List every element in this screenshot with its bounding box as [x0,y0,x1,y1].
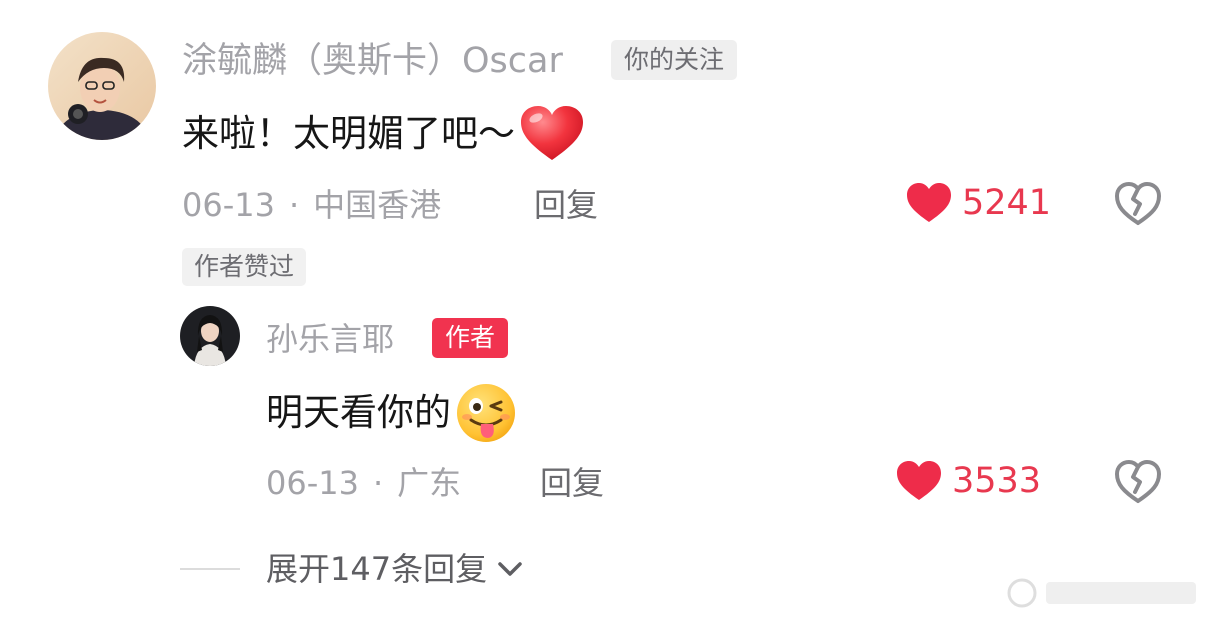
commenter-avatar[interactable] [48,32,156,140]
author-badge: 作者 [432,318,509,358]
comment-text-row: 来啦！太明媚了吧～ [182,104,585,164]
reply-like-count: 3533 [952,461,1042,501]
author-username[interactable]: 孙乐言耶 [266,318,394,360]
meta-separator: · [372,464,384,502]
winking-tongue-emoji [455,382,517,444]
reply-dislike-button[interactable] [1115,460,1161,504]
meta-separator: · [288,186,300,224]
expand-divider [180,568,240,570]
reply-text-row: 明天看你的 [266,382,517,444]
commenter-username[interactable]: 涂毓麟（奥斯卡）Oscar [182,40,563,82]
comment-like-count: 5241 [962,183,1052,223]
comment-dislike-button[interactable] [1115,182,1161,226]
reply-meta: 06-13 · 广东 [266,463,461,503]
reply-text: 明天看你的 [266,391,451,434]
comment-meta: 06-13 · 中国香港 [182,185,441,225]
chevron-down-icon [495,557,525,581]
heart-icon [906,182,952,224]
comment-location: 中国香港 [313,186,442,224]
broken-heart-icon [1115,460,1161,503]
follow-badge: 你的关注 [611,40,738,80]
watermark-logo [1000,576,1210,610]
comment-text: 来啦！太明媚了吧～ [182,112,515,155]
author-avatar[interactable] [180,306,240,366]
reply-location: 广东 [397,464,462,502]
comment-like-button[interactable]: 5241 [906,182,1051,224]
expand-replies-label: 展开147条回复 [266,550,488,588]
heart-icon [896,460,942,502]
reply-date: 06-13 [266,464,359,502]
reply-reply-button[interactable]: 回复 [540,463,604,503]
expand-replies-button[interactable]: 展开147条回复 [266,548,525,590]
broken-heart-icon [1115,182,1161,225]
comment-reply-button[interactable]: 回复 [534,185,598,225]
reply-like-button[interactable]: 3533 [896,460,1041,502]
comment-date: 06-13 [182,186,275,224]
red-heart-emoji [519,104,585,164]
author-liked-tag: 作者赞过 [182,248,307,286]
